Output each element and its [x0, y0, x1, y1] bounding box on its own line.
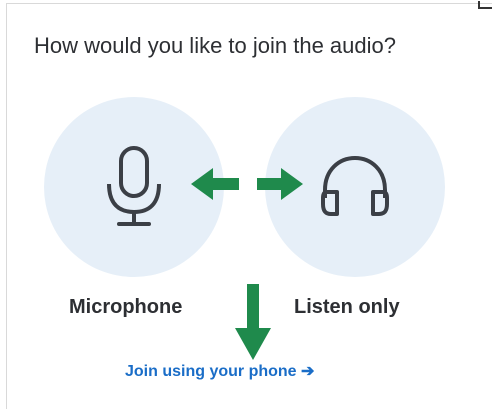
microphone-label[interactable]: Microphone	[69, 296, 182, 319]
microphone-option[interactable]	[44, 97, 224, 277]
microphone-icon	[107, 146, 161, 226]
headphones-icon	[321, 155, 389, 216]
listen-only-label[interactable]: Listen only	[294, 296, 400, 319]
dialog-title: How would you like to join the audio?	[34, 33, 397, 58]
down-arrow-annotation	[235, 284, 271, 360]
listen-only-option[interactable]	[265, 97, 445, 277]
window-corner	[478, 1, 492, 9]
audio-join-dialog: How would you like to join the audio? Mi…	[6, 1, 492, 409]
join-by-phone-link[interactable]: Join using your phone ➔	[125, 361, 314, 381]
